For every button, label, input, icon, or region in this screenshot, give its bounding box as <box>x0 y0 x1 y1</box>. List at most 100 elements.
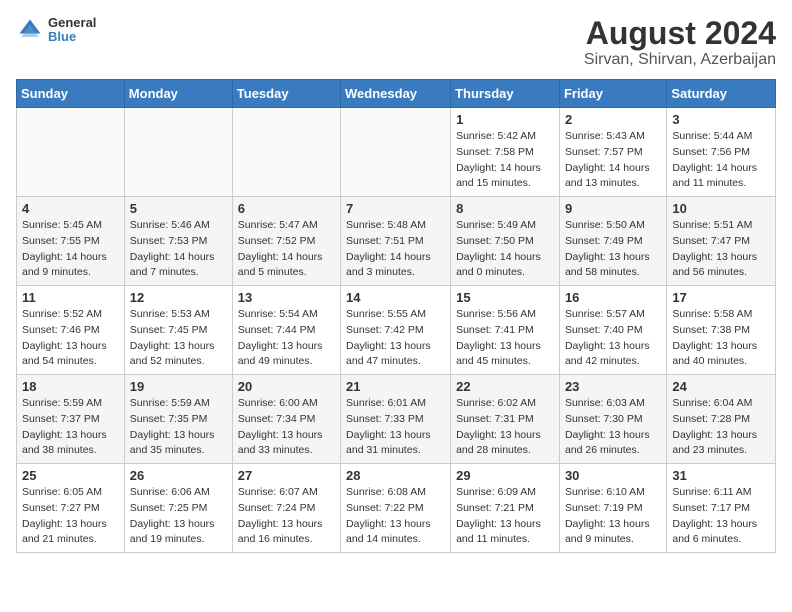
calendar-cell: 2Sunrise: 5:43 AM Sunset: 7:57 PM Daylig… <box>559 108 666 197</box>
day-number: 30 <box>565 468 661 483</box>
calendar-cell: 30 Sunrise: 6:10 AM Sunset: 7:19 PM Dayli… <box>559 464 666 553</box>
day-number: 16 <box>565 290 661 305</box>
weekday-header-wednesday: Wednesday <box>341 80 451 108</box>
calendar-cell: 11Sunrise: 5:52 AM Sunset: 7:46 PM Dayli… <box>17 286 125 375</box>
calendar-cell: 10 Sunrise: 5:51 AM Sunset: 7:47 PM Dayli… <box>667 197 776 286</box>
day-info: Sunrise: 5:55 AM Sunset: 7:42 PM Dayligh… <box>346 307 445 370</box>
day-info: Sunrise: 5:47 AM Sunset: 7:52 PM Dayligh… <box>238 218 335 281</box>
title-area: August 2024 Sirvan, Shirvan, Azerbaijan <box>584 16 776 69</box>
day-info: Sunrise: 5:51 AM Sunset: 7:47 PM Dayligh… <box>672 218 770 281</box>
day-info: Sunrise: 5:48 AM Sunset: 7:51 PM Dayligh… <box>346 218 445 281</box>
day-info: Sunrise: 5:45 AM Sunset: 7:55 PM Dayligh… <box>22 218 119 281</box>
day-number: 7 <box>346 201 445 216</box>
calendar-cell <box>124 108 232 197</box>
day-number: 20 <box>238 379 335 394</box>
day-info: Sunrise: 5:52 AM Sunset: 7:46 PM Dayligh… <box>22 307 119 370</box>
calendar-cell: 19 Sunrise: 5:59 AM Sunset: 7:35 PM Dayli… <box>124 375 232 464</box>
calendar-cell: 24Sunrise: 6:04 AM Sunset: 7:28 PM Dayli… <box>667 375 776 464</box>
calendar-week-row: 1 Sunrise: 5:42 AM Sunset: 7:58 PM Daylig… <box>17 108 776 197</box>
day-info: Sunrise: 5:46 AM Sunset: 7:53 PM Dayligh… <box>130 218 227 281</box>
calendar-week-row: 11Sunrise: 5:52 AM Sunset: 7:46 PM Dayli… <box>17 286 776 375</box>
day-number: 10 <box>672 201 770 216</box>
day-number: 21 <box>346 379 445 394</box>
calendar-cell: 1 Sunrise: 5:42 AM Sunset: 7:58 PM Daylig… <box>451 108 560 197</box>
calendar-cell: 8Sunrise: 5:49 AM Sunset: 7:50 PM Daylig… <box>451 197 560 286</box>
day-number: 27 <box>238 468 335 483</box>
day-number: 13 <box>238 290 335 305</box>
calendar-cell: 20 Sunrise: 6:00 AM Sunset: 7:34 PM Dayli… <box>232 375 340 464</box>
day-info: Sunrise: 6:01 AM Sunset: 7:33 PM Dayligh… <box>346 396 445 459</box>
calendar-week-row: 18Sunrise: 5:59 AM Sunset: 7:37 PM Dayli… <box>17 375 776 464</box>
day-number: 15 <box>456 290 554 305</box>
day-number: 19 <box>130 379 227 394</box>
calendar-cell: 25Sunrise: 6:05 AM Sunset: 7:27 PM Dayli… <box>17 464 125 553</box>
calendar-subtitle: Sirvan, Shirvan, Azerbaijan <box>584 51 776 69</box>
calendar-cell: 3 Sunrise: 5:44 AM Sunset: 7:56 PM Daylig… <box>667 108 776 197</box>
day-number: 4 <box>22 201 119 216</box>
calendar-cell: 12 Sunrise: 5:53 AM Sunset: 7:45 PM Dayli… <box>124 286 232 375</box>
day-info: Sunrise: 6:02 AM Sunset: 7:31 PM Dayligh… <box>456 396 554 459</box>
calendar-cell: 31 Sunrise: 6:11 AM Sunset: 7:17 PM Dayli… <box>667 464 776 553</box>
calendar-cell: 14 Sunrise: 5:55 AM Sunset: 7:42 PM Dayli… <box>341 286 451 375</box>
logo: General Blue <box>16 16 96 45</box>
day-info: Sunrise: 5:59 AM Sunset: 7:35 PM Dayligh… <box>130 396 227 459</box>
calendar-cell: 15 Sunrise: 5:56 AM Sunset: 7:41 PM Dayli… <box>451 286 560 375</box>
day-info: Sunrise: 5:44 AM Sunset: 7:56 PM Dayligh… <box>672 129 770 192</box>
day-number: 5 <box>130 201 227 216</box>
day-info: Sunrise: 5:53 AM Sunset: 7:45 PM Dayligh… <box>130 307 227 370</box>
weekday-header-saturday: Saturday <box>667 80 776 108</box>
calendar-cell: 7 Sunrise: 5:48 AM Sunset: 7:51 PM Daylig… <box>341 197 451 286</box>
day-number: 8 <box>456 201 554 216</box>
calendar-title: August 2024 <box>584 16 776 51</box>
day-number: 12 <box>130 290 227 305</box>
calendar-cell: 29 Sunrise: 6:09 AM Sunset: 7:21 PM Dayli… <box>451 464 560 553</box>
day-number: 17 <box>672 290 770 305</box>
day-number: 24 <box>672 379 770 394</box>
day-info: Sunrise: 6:10 AM Sunset: 7:19 PM Dayligh… <box>565 485 661 548</box>
calendar-cell: 26Sunrise: 6:06 AM Sunset: 7:25 PM Dayli… <box>124 464 232 553</box>
day-number: 31 <box>672 468 770 483</box>
logo-icon <box>16 16 44 44</box>
calendar-week-row: 25Sunrise: 6:05 AM Sunset: 7:27 PM Dayli… <box>17 464 776 553</box>
day-number: 29 <box>456 468 554 483</box>
logo-text: General Blue <box>48 16 96 45</box>
weekday-header-friday: Friday <box>559 80 666 108</box>
weekday-header-monday: Monday <box>124 80 232 108</box>
day-info: Sunrise: 5:43 AM Sunset: 7:57 PM Dayligh… <box>565 129 661 192</box>
calendar-cell: 22 Sunrise: 6:02 AM Sunset: 7:31 PM Dayli… <box>451 375 560 464</box>
day-number: 14 <box>346 290 445 305</box>
day-info: Sunrise: 5:59 AM Sunset: 7:37 PM Dayligh… <box>22 396 119 459</box>
day-number: 22 <box>456 379 554 394</box>
day-info: Sunrise: 5:56 AM Sunset: 7:41 PM Dayligh… <box>456 307 554 370</box>
logo-line2: Blue <box>48 30 96 44</box>
day-info: Sunrise: 6:03 AM Sunset: 7:30 PM Dayligh… <box>565 396 661 459</box>
day-number: 28 <box>346 468 445 483</box>
day-number: 3 <box>672 112 770 127</box>
calendar-cell <box>232 108 340 197</box>
calendar-cell: 17 Sunrise: 5:58 AM Sunset: 7:38 PM Dayli… <box>667 286 776 375</box>
weekday-header-sunday: Sunday <box>17 80 125 108</box>
day-info: Sunrise: 5:54 AM Sunset: 7:44 PM Dayligh… <box>238 307 335 370</box>
day-number: 23 <box>565 379 661 394</box>
day-info: Sunrise: 6:11 AM Sunset: 7:17 PM Dayligh… <box>672 485 770 548</box>
weekday-header-tuesday: Tuesday <box>232 80 340 108</box>
day-number: 9 <box>565 201 661 216</box>
day-info: Sunrise: 5:57 AM Sunset: 7:40 PM Dayligh… <box>565 307 661 370</box>
calendar-cell <box>341 108 451 197</box>
calendar-cell: 28 Sunrise: 6:08 AM Sunset: 7:22 PM Dayli… <box>341 464 451 553</box>
calendar-cell: 6 Sunrise: 5:47 AM Sunset: 7:52 PM Daylig… <box>232 197 340 286</box>
calendar-cell: 18Sunrise: 5:59 AM Sunset: 7:37 PM Dayli… <box>17 375 125 464</box>
day-number: 1 <box>456 112 554 127</box>
day-info: Sunrise: 6:09 AM Sunset: 7:21 PM Dayligh… <box>456 485 554 548</box>
calendar-cell: 27Sunrise: 6:07 AM Sunset: 7:24 PM Dayli… <box>232 464 340 553</box>
day-info: Sunrise: 6:00 AM Sunset: 7:34 PM Dayligh… <box>238 396 335 459</box>
calendar-cell: 13 Sunrise: 5:54 AM Sunset: 7:44 PM Dayli… <box>232 286 340 375</box>
day-number: 26 <box>130 468 227 483</box>
header: General Blue August 2024 Sirvan, Shirvan… <box>16 16 776 69</box>
day-number: 6 <box>238 201 335 216</box>
day-info: Sunrise: 6:08 AM Sunset: 7:22 PM Dayligh… <box>346 485 445 548</box>
calendar-table: SundayMondayTuesdayWednesdayThursdayFrid… <box>16 79 776 553</box>
day-info: Sunrise: 5:58 AM Sunset: 7:38 PM Dayligh… <box>672 307 770 370</box>
calendar-cell: 21 Sunrise: 6:01 AM Sunset: 7:33 PM Dayli… <box>341 375 451 464</box>
day-info: Sunrise: 5:42 AM Sunset: 7:58 PM Dayligh… <box>456 129 554 192</box>
